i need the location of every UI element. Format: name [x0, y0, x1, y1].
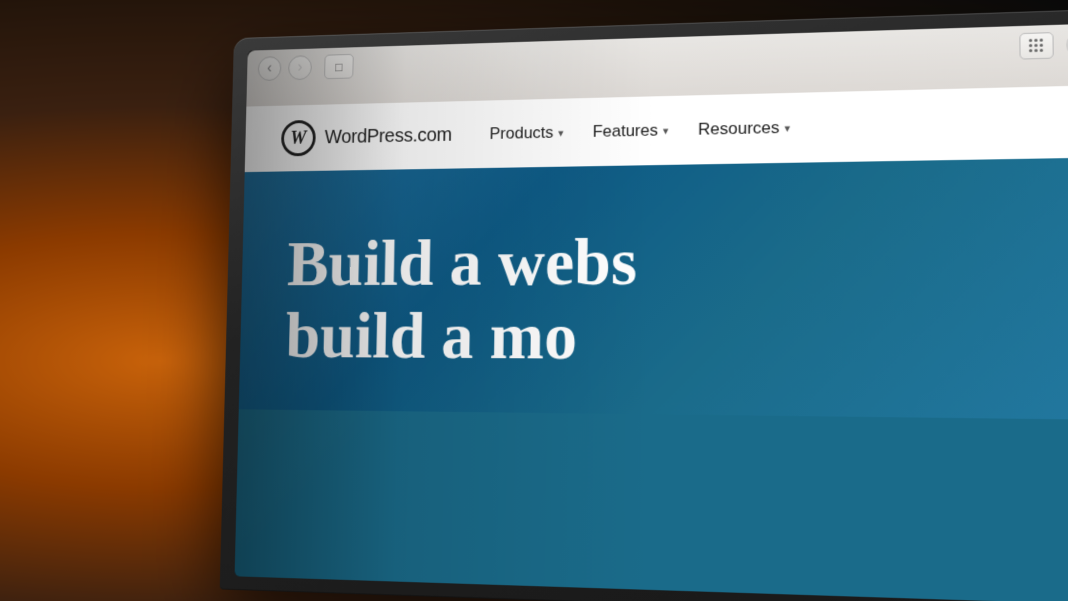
nav-item-features[interactable]: Features ▾: [592, 121, 668, 142]
hero-line-2: build a mo: [285, 298, 1057, 376]
hero-title: Build a webs build a mo: [285, 220, 1057, 376]
laptop-body: ‹ › □: [220, 8, 1068, 601]
nav-item-resources[interactable]: Resources ▾: [698, 118, 790, 140]
browser-top-bar: ‹ › □: [247, 23, 1068, 88]
features-chevron-icon: ▾: [663, 124, 669, 137]
wordpress-logo[interactable]: W WordPress.com: [281, 117, 452, 157]
features-label: Features: [592, 121, 658, 142]
nav-item-products[interactable]: Products ▾: [489, 123, 563, 144]
resources-label: Resources: [698, 118, 779, 140]
forward-button[interactable]: ›: [288, 55, 312, 80]
products-chevron-icon: ▾: [558, 126, 563, 139]
sidebar-icon: □: [335, 59, 342, 73]
hero-section: Build a webs build a mo: [239, 157, 1068, 419]
laptop-perspective: ‹ › □: [220, 8, 1068, 601]
sidebar-toggle-button[interactable]: □: [324, 54, 354, 79]
website-content: W WordPress.com Products ▾ Featu: [235, 85, 1068, 601]
scene: ‹ › □: [0, 0, 1068, 601]
forward-icon: ›: [297, 59, 302, 76]
back-button[interactable]: ‹: [258, 56, 282, 81]
products-label: Products: [489, 123, 553, 144]
screen-area: ‹ › □: [235, 23, 1068, 601]
hero-line-1: Build a webs: [287, 220, 1057, 299]
wordpress-nav-links: Products ▾ Features ▾ Resources ▾: [489, 118, 790, 144]
back-icon: ‹: [267, 60, 272, 77]
wordpress-logo-text: WordPress.com: [324, 124, 452, 149]
resources-chevron-icon: ▾: [785, 121, 791, 134]
grid-icon: [1029, 39, 1044, 54]
laptop-wrapper: ‹ › □: [200, 20, 1068, 601]
wordpress-logo-icon: W: [281, 120, 316, 157]
tab-overview-button[interactable]: [1019, 32, 1053, 60]
